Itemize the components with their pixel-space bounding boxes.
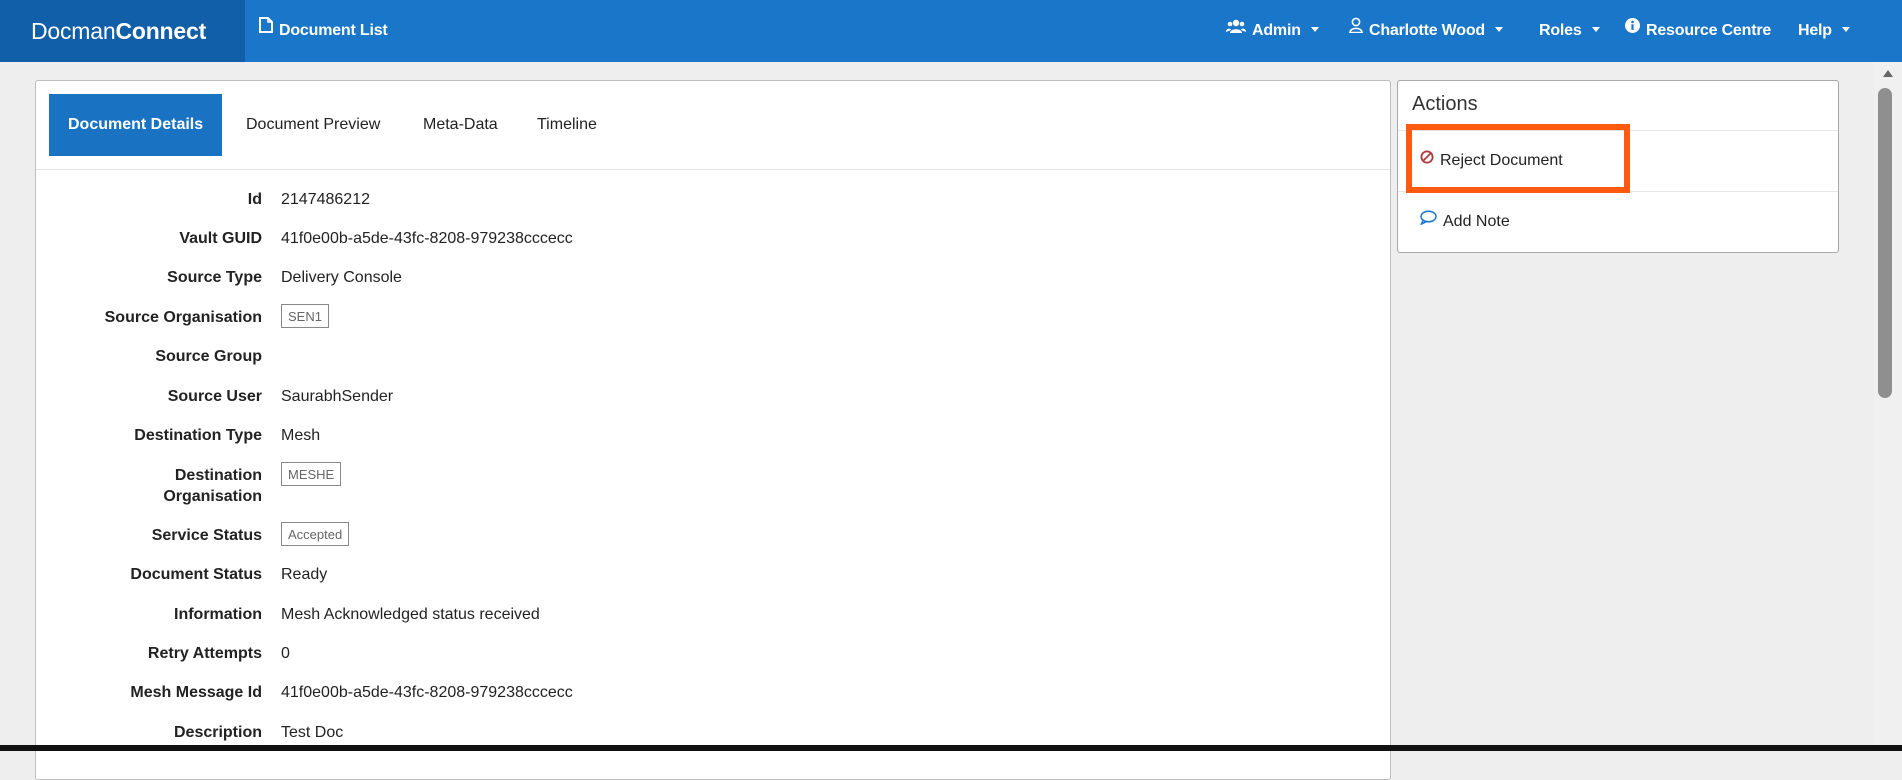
tab-document-preview[interactable]: Document Preview bbox=[246, 94, 380, 156]
tabs-divider bbox=[36, 169, 1390, 170]
brand-logo[interactable]: DocmanConnect bbox=[0, 0, 245, 62]
detail-value: Delivery Console bbox=[281, 269, 402, 286]
detail-label: Vault GUID bbox=[179, 230, 262, 247]
detail-value: Accepted bbox=[281, 522, 350, 546]
detail-value: 41f0e00b-a5de-43fc-8208-979238cccecc bbox=[281, 230, 573, 247]
nav-resource-centre[interactable]: Resource Centre bbox=[1625, 0, 1771, 62]
nav-admin-label: Admin bbox=[1252, 22, 1301, 39]
add-note-label: Add Note bbox=[1443, 213, 1510, 230]
scrollbar-thumb[interactable] bbox=[1878, 88, 1892, 398]
detail-value: SEN1 bbox=[281, 304, 329, 328]
nav-resource-centre-label: Resource Centre bbox=[1646, 22, 1772, 39]
ban-icon bbox=[1420, 150, 1434, 169]
nav-document-list[interactable]: Document List bbox=[259, 0, 388, 62]
detail-label: Source Organisation bbox=[104, 309, 262, 326]
nav-user-label: Charlotte Wood bbox=[1369, 22, 1486, 39]
detail-value: 41f0e00b-a5de-43fc-8208-979238cccecc bbox=[281, 684, 573, 701]
nav-roles-dropdown[interactable]: Roles bbox=[1539, 0, 1600, 62]
reject-document-label: Reject Document bbox=[1440, 152, 1563, 169]
detail-label: Id bbox=[247, 191, 262, 208]
scroll-up-arrow-icon[interactable] bbox=[1883, 70, 1893, 77]
actions-divider bbox=[1398, 130, 1838, 131]
detail-label: Document Status bbox=[130, 566, 262, 583]
detail-value: Mesh bbox=[281, 427, 321, 444]
users-icon bbox=[1226, 0, 1246, 60]
nav-admin-dropdown[interactable]: Admin bbox=[1226, 0, 1319, 62]
detail-value: Mesh Acknowledged status received bbox=[281, 606, 540, 623]
nav-help-dropdown[interactable]: Help bbox=[1798, 0, 1850, 62]
document-details-panel: Document Details Document Preview Meta-D… bbox=[35, 80, 1391, 780]
detail-label: Source Type bbox=[167, 269, 262, 286]
detail-label: Description bbox=[173, 724, 262, 741]
detail-label: Destination Organisation bbox=[22, 465, 262, 507]
chevron-down-icon bbox=[1495, 27, 1504, 33]
detail-label: Information bbox=[174, 606, 262, 623]
chevron-down-icon bbox=[1841, 27, 1850, 33]
detail-label-line: Organisation bbox=[163, 488, 262, 505]
detail-value: 0 bbox=[281, 645, 290, 662]
chevron-down-icon bbox=[1591, 27, 1600, 33]
actions-divider bbox=[1398, 191, 1838, 192]
detail-label-line: Destination bbox=[174, 467, 262, 484]
reject-document-button[interactable]: Reject Document bbox=[1420, 150, 1563, 170]
brand-bold-text: Connect bbox=[115, 18, 207, 44]
detail-label: Source User bbox=[167, 388, 262, 405]
top-navbar: DocmanConnect Document List Admin Charlo… bbox=[0, 0, 1902, 62]
detail-value: SaurabhSender bbox=[281, 388, 394, 405]
tab-meta-data[interactable]: Meta-Data bbox=[423, 94, 498, 156]
detail-value: Test Doc bbox=[281, 724, 344, 741]
detail-value: 2147486212 bbox=[281, 191, 370, 208]
nav-document-list-label: Document List bbox=[279, 22, 388, 39]
info-icon bbox=[1625, 0, 1640, 60]
detail-label: Mesh Message Id bbox=[130, 684, 262, 701]
user-icon bbox=[1349, 0, 1363, 60]
detail-label: Service Status bbox=[151, 527, 262, 544]
actions-panel: Actions Reject Document Add Note bbox=[1397, 80, 1839, 253]
comment-icon bbox=[1420, 210, 1437, 230]
detail-value: Ready bbox=[281, 566, 328, 583]
detail-label: Source Group bbox=[155, 348, 262, 365]
add-note-button[interactable]: Add Note bbox=[1420, 210, 1510, 231]
taskbar-strip bbox=[0, 745, 1902, 751]
nav-user-dropdown[interactable]: Charlotte Wood bbox=[1349, 0, 1504, 62]
document-icon bbox=[259, 0, 273, 60]
detail-label: Destination Type bbox=[134, 427, 262, 444]
tab-document-details[interactable]: Document Details bbox=[49, 94, 223, 156]
tab-timeline[interactable]: Timeline bbox=[537, 94, 597, 156]
organisation-tag: SEN1 bbox=[281, 304, 329, 328]
page-scrollbar[interactable] bbox=[1874, 62, 1902, 751]
chevron-down-icon bbox=[1310, 27, 1319, 33]
nav-roles-label: Roles bbox=[1539, 22, 1582, 39]
organisation-tag: MESHE bbox=[281, 462, 342, 486]
nav-help-label: Help bbox=[1798, 22, 1832, 39]
detail-label: Retry Attempts bbox=[147, 645, 262, 662]
brand-plain-text: Docman bbox=[31, 18, 116, 44]
actions-title: Actions bbox=[1412, 93, 1478, 115]
detail-value: MESHE bbox=[281, 462, 342, 486]
status-badge: Accepted bbox=[281, 522, 350, 546]
